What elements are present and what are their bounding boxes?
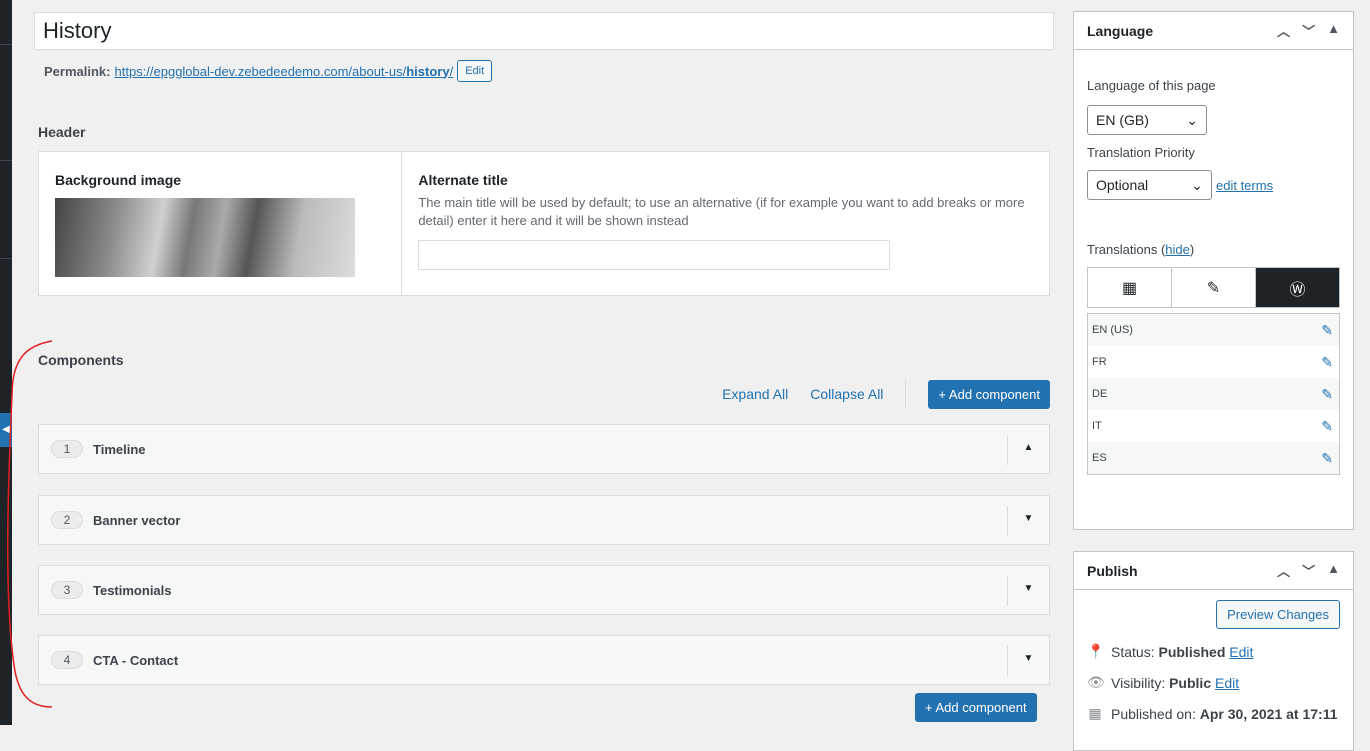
header-heading: Header [38,124,86,140]
post-title-input[interactable]: History [34,12,1054,50]
calendar-icon: ▦ [1088,705,1102,721]
alt-title-input[interactable] [418,240,891,270]
collapse-all-link[interactable]: Collapse All [810,386,883,402]
translations-list: EN (US) ✎ FR ✎ DE ✎ IT ✎ ES ✎ [1087,313,1340,475]
component-name: Testimonials [93,582,172,598]
wordpress-icon[interactable]: Ⓦ [1256,268,1339,307]
permalink-edit-button[interactable]: Edit [457,60,493,82]
translate-edit-icon[interactable]: ✎ [1172,268,1256,307]
translation-row: ES ✎ [1088,442,1339,474]
priority-select[interactable]: Optional ⌄ [1087,170,1212,200]
add-component-bottom-button[interactable]: + Add component [915,693,1037,722]
pencil-icon[interactable]: ✎ [1321,322,1333,339]
translation-row: FR ✎ [1092,353,1333,371]
move-down-icon[interactable]: ﹀ [1302,561,1315,580]
edit-status-link[interactable]: Edit [1229,644,1253,660]
permalink-link[interactable]: https://epgglobal-dev.zebedeedemo.com/ab… [114,64,453,79]
grid-view-icon[interactable]: ▦ [1088,268,1172,307]
language-select[interactable]: EN (GB) ⌄ [1087,105,1207,135]
hide-link[interactable]: hide [1165,242,1190,257]
expand-all-link[interactable]: Expand All [722,386,788,402]
move-up-icon[interactable]: ︿ [1277,21,1290,40]
header-fields: Background image Alternate title The mai… [38,151,1050,296]
background-image[interactable] [55,198,355,277]
alt-title-description: The main title will be used by default; … [418,195,1025,228]
permalink: Permalink: https://epgglobal-dev.zebedee… [44,60,493,82]
toggle-panel-icon[interactable]: ▲ [1327,561,1340,580]
alt-title-label: Alternate title [418,172,508,188]
pin-icon: 📍 [1087,643,1105,659]
expand-toggle-icon[interactable]: ▼ [1007,506,1049,536]
edit-terms-link[interactable]: edit terms [1216,178,1273,193]
language-panel: Language ︿ ﹀ ▲ Language of this page EN (G… [1073,11,1354,530]
bg-image-label: Background image [55,172,182,188]
permalink-label: Permalink: [44,63,111,79]
collapse-toggle-icon[interactable]: ▲ [1007,435,1049,465]
component-row[interactable]: 3 Testimonials ▼ [38,565,1050,615]
move-down-icon[interactable]: ﹀ [1302,21,1315,40]
component-name: Banner vector [93,512,181,528]
panel-title: Language [1087,22,1154,39]
edit-visibility-link[interactable]: Edit [1215,675,1239,691]
component-row[interactable]: 2 Banner vector ▼ [38,495,1050,545]
chevron-down-icon: ⌄ [1186,111,1198,128]
pencil-icon[interactable]: ✎ [1321,418,1333,435]
component-row[interactable]: 1 Timeline ▲ [38,424,1050,474]
component-name: Timeline [93,441,146,457]
chevron-down-icon: ⌄ [1191,176,1203,193]
move-up-icon[interactable]: ︿ [1277,561,1290,580]
translation-row: IT ✎ [1092,417,1333,435]
pencil-icon[interactable]: ✎ [1321,354,1333,371]
translations-label: Translations ( [1087,242,1166,257]
translation-row: EN (US) ✎ [1088,314,1339,346]
priority-label: Translation Priority [1087,145,1195,160]
publish-panel: Publish ︿ ﹀ ▲ Preview Changes 📍 Status: Pub… [1073,551,1354,751]
expand-toggle-icon[interactable]: ▼ [1007,646,1049,676]
eye-icon: 👁 [1087,674,1105,690]
red-annotation-bracket [6,340,53,708]
pencil-icon[interactable]: ✎ [1321,386,1333,403]
preview-changes-button[interactable]: Preview Changes [1216,600,1340,629]
translation-row: DE ✎ [1088,378,1339,410]
component-row[interactable]: 4 CTA - Contact ▼ [38,635,1050,685]
component-name: CTA - Contact [93,652,179,668]
toggle-panel-icon[interactable]: ▲ [1327,21,1340,40]
pencil-icon[interactable]: ✎ [1321,450,1333,467]
expand-toggle-icon[interactable]: ▼ [1007,576,1049,606]
panel-title: Publish [1087,562,1138,579]
add-component-button[interactable]: + Add component [928,379,1050,409]
language-label: Language of this page [1087,78,1216,93]
